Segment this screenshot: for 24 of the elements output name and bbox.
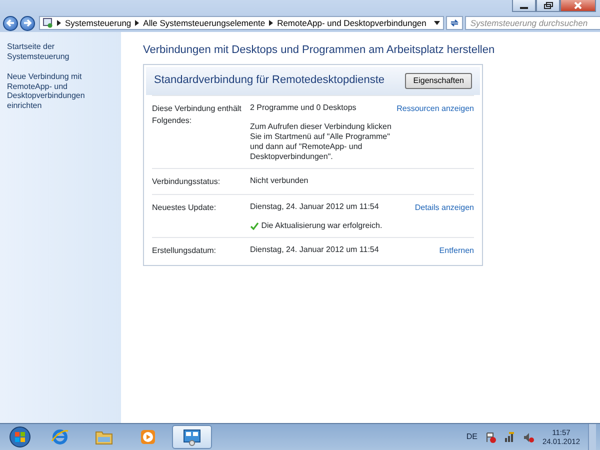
field-label: Neuestes Update: [152, 202, 218, 214]
sidebar-link[interactable]: Startseite der Systemsteuerung [7, 42, 115, 62]
connection-title: Standardverbindung für Remotedesktopdienste [154, 73, 385, 88]
action-link[interactable]: Ressourcen anzeigen [396, 102, 474, 162]
field-value: Dienstag, 24. Januar 2012 um 11:54 [250, 244, 380, 254]
action-link[interactable]: Entfernen [439, 244, 474, 256]
breadcrumb-item[interactable]: Systemsteuerung [65, 16, 132, 30]
field-label: Erstellungsdatum: [152, 244, 218, 256]
field-value: Zum Aufrufen dieser Verbindung klicken Sie im Startmenü auf "Alle Programme" und dann auf "RemoteApp- und Desktopverbindungen". [250, 122, 392, 162]
field-value: Nicht verbunden [250, 176, 310, 186]
field-label: Verbindungsstatus: [152, 176, 222, 188]
sidebar-link[interactable]: Neue Verbindung mit RemoteApp- und Desktopverbindungen einrichten [7, 72, 115, 111]
field-value: 2 Programme und 0 Desktops [250, 102, 358, 112]
breadcrumb-item[interactable]: RemoteApp- und Desktopverbindungen [277, 16, 426, 30]
page-heading: Verbindungen mit Desktops und Programmen am Arbeitsplatz herstellen [143, 43, 496, 58]
breadcrumb-item[interactable]: Alle Systemsteuerungselemente [143, 16, 266, 30]
properties-button[interactable]: Eigenschaften [405, 72, 472, 88]
status-message: Die Aktualisierung war erfolgreich. [261, 220, 382, 230]
address-field[interactable]: Systemsteuerung Alle Systemsteuerungselemente RemoteApp- und Desktopverbindungen [39, 16, 444, 30]
field-value: Dienstag, 24. Januar 2012 um 11:54 [250, 202, 380, 212]
language-indicator[interactable]: DE [466, 431, 478, 443]
search-field[interactable]: Systemsteuerung durchsuchen [465, 16, 600, 30]
field-label: Diese Verbindung enthält Folgendes: [152, 102, 242, 127]
action-link[interactable]: Details anzeigen [414, 202, 474, 230]
